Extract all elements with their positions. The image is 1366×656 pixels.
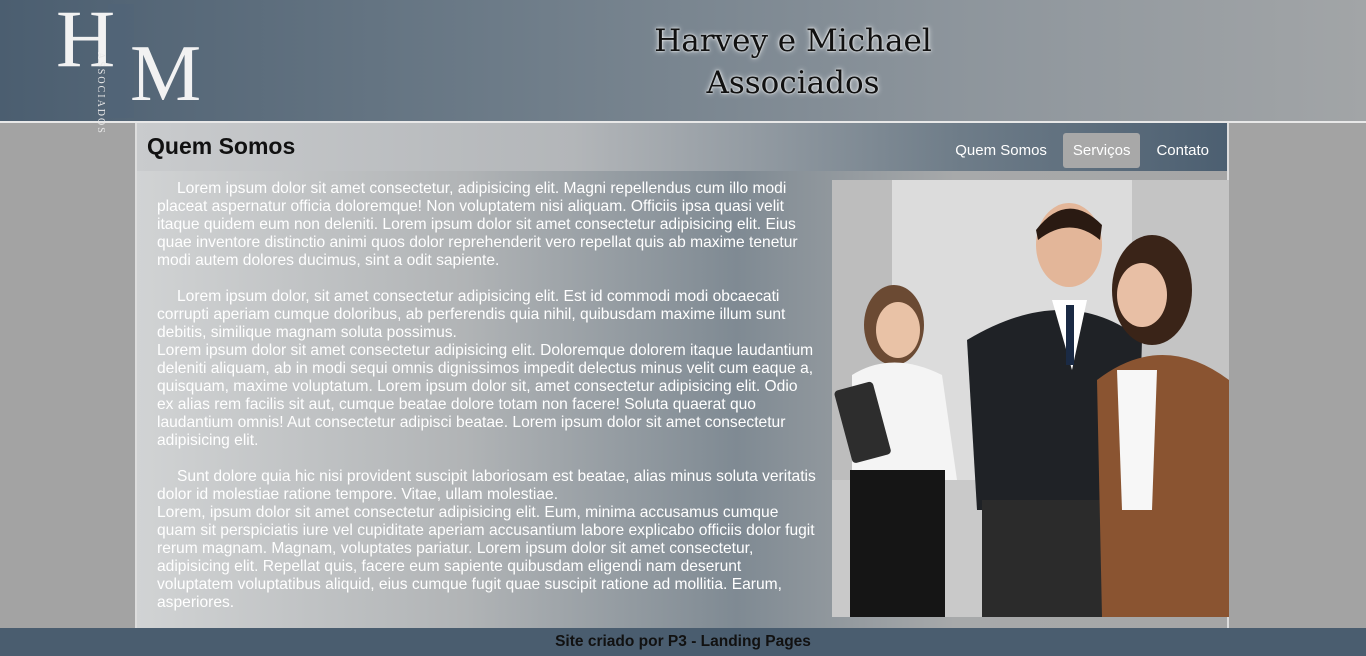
main-container: Quem Somos Quem Somos Serviços Contato L… — [135, 123, 1229, 628]
site-header: H M ASSOCIADOS Harvey e Michael Associad… — [0, 0, 1366, 135]
site-footer: Site criado por P3 - Landing Pages — [0, 628, 1366, 656]
paragraph-3a-text: Sunt dolore quia hic nisi provident susc… — [157, 468, 816, 503]
paragraph-3: Sunt dolore quia hic nisi provident susc… — [157, 468, 817, 612]
team-photo-illustration — [832, 180, 1229, 617]
paragraph-1: Lorem ipsum dolor sit amet consectetur, … — [157, 180, 817, 270]
team-photo — [832, 180, 1229, 617]
paragraph-2b-text: Lorem ipsum dolor sit amet consectetur a… — [157, 342, 814, 449]
main-nav: Quem Somos Serviços Contato — [939, 133, 1219, 168]
logo-vertical-text: ASSOCIADOS — [95, 52, 106, 135]
footer-text: Site criado por P3 - Landing Pages — [555, 633, 811, 650]
paragraph-3b-text: Lorem, ipsum dolor sit amet consectetur … — [157, 504, 815, 611]
page-title: Quem Somos — [147, 133, 296, 159]
paragraph-1-text: Lorem ipsum dolor sit amet consectetur, … — [157, 180, 798, 269]
logo[interactable]: H M ASSOCIADOS — [56, 0, 202, 135]
nav-link-servicos[interactable]: Serviços — [1062, 133, 1141, 168]
brand-title-line1: Harvey e Michael — [654, 23, 932, 59]
nav-link-quem-somos[interactable]: Quem Somos — [945, 133, 1057, 168]
brand-title: Harvey e Michael Associados — [560, 20, 1026, 104]
nav-link-contato[interactable]: Contato — [1146, 133, 1219, 168]
section-header: Quem Somos Quem Somos Serviços Contato — [137, 123, 1227, 171]
paragraph-2a-text: Lorem ipsum dolor, sit amet consectetur … — [157, 288, 786, 341]
paragraph-2: Lorem ipsum dolor, sit amet consectetur … — [157, 288, 817, 450]
logo-letter-h: H — [56, 0, 116, 84]
logo-letter-m: M — [130, 30, 202, 118]
about-text: Lorem ipsum dolor sit amet consectetur, … — [157, 180, 817, 630]
brand-title-line2: Associados — [706, 65, 880, 101]
